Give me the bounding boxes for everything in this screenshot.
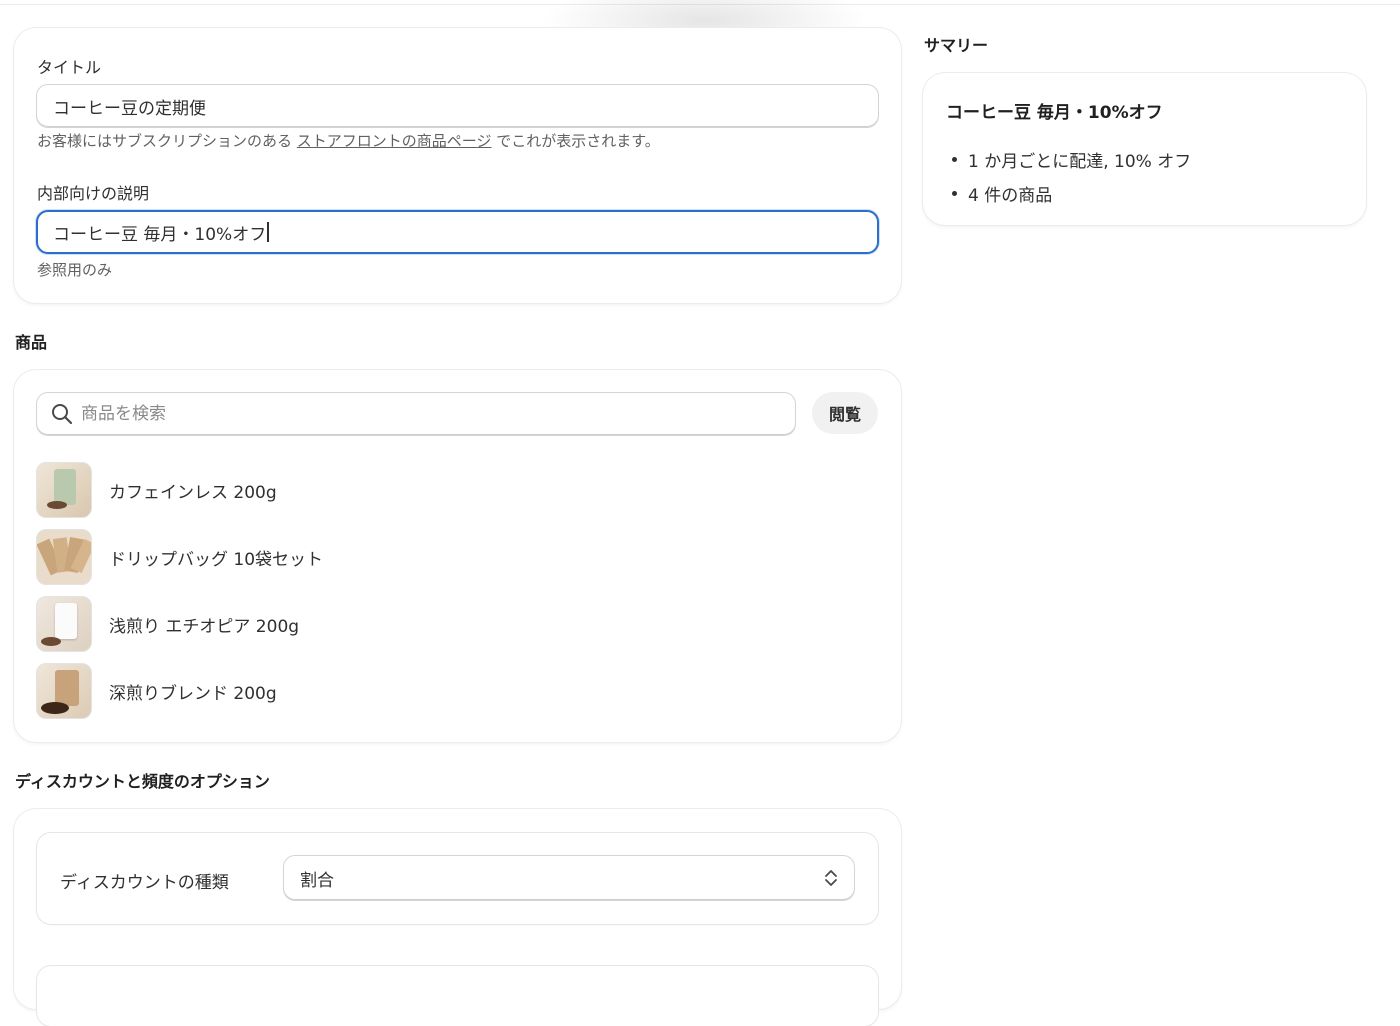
summary-title: コーヒー豆 毎月・10%オフ [946, 103, 1163, 123]
products-heading: 商品 [15, 333, 48, 352]
discount-type-label: ディスカウントの種類 [60, 873, 229, 893]
internal-description-help: 参照用のみ [37, 261, 113, 279]
product-name: ドリップバッグ 10袋セット [109, 549, 324, 570]
white-bag-thumbnail [36, 596, 92, 652]
top-divider [0, 0, 1400, 5]
product-name: 深煎りブレンド 200g [109, 683, 277, 704]
product-item[interactable]: カフェインレス 200g [36, 462, 277, 518]
discount-type-value: 割合 [300, 870, 334, 891]
title-label: タイトル [37, 58, 102, 77]
product-item[interactable]: ドリップバッグ 10袋セット [36, 529, 323, 585]
browse-button[interactable]: 閲覧 [812, 392, 878, 434]
product-search-box[interactable] [36, 392, 796, 436]
product-name: 浅煎り エチオピア 200g [109, 616, 300, 637]
search-icon [52, 404, 73, 425]
discount-type-select[interactable]: 割合 [283, 855, 855, 901]
product-item[interactable]: 深煎りブレンド 200g [36, 663, 277, 719]
product-item[interactable]: 浅煎り エチオピア 200g [36, 596, 299, 652]
product-name: カフェインレス 200g [109, 482, 277, 503]
title-input-value: コーヒー豆の定期便 [53, 98, 206, 119]
kraft-bag-thumbnail [36, 663, 92, 719]
internal-description-label: 内部向けの説明 [37, 184, 150, 203]
summary-line: 1 か月ごとに配達, 10% オフ [952, 142, 1191, 176]
product-search-input[interactable] [81, 404, 761, 424]
next-option-row [37, 966, 878, 1026]
details-card [14, 28, 901, 303]
select-chevron-icon [825, 870, 837, 886]
title-input[interactable]: コーヒー豆の定期便 [36, 84, 879, 128]
summary-heading: サマリー [924, 36, 989, 55]
title-help-text: お客様にはサブスクリプションのある ストアフロントの商品ページ でこれが表示され… [37, 130, 660, 151]
internal-description-input[interactable]: コーヒー豆 毎月・10%オフ [36, 210, 879, 254]
internal-description-value: コーヒー豆 毎月・10%オフ [53, 224, 267, 245]
title-help-suffix: でこれが表示されます。 [496, 132, 660, 150]
decaf-bag-thumbnail [36, 462, 92, 518]
summary-list: 1 か月ごとに配達, 10% オフ 4 件の商品 [952, 142, 1191, 210]
summary-line: 4 件の商品 [952, 176, 1191, 210]
discount-heading: ディスカウントと頻度のオプション [15, 772, 270, 791]
title-help-prefix: お客様にはサブスクリプションのある [37, 132, 293, 150]
text-caret [267, 222, 269, 242]
drip-bags-thumbnail [36, 529, 92, 585]
storefront-product-page-link[interactable]: ストアフロントの商品ページ [297, 132, 492, 150]
